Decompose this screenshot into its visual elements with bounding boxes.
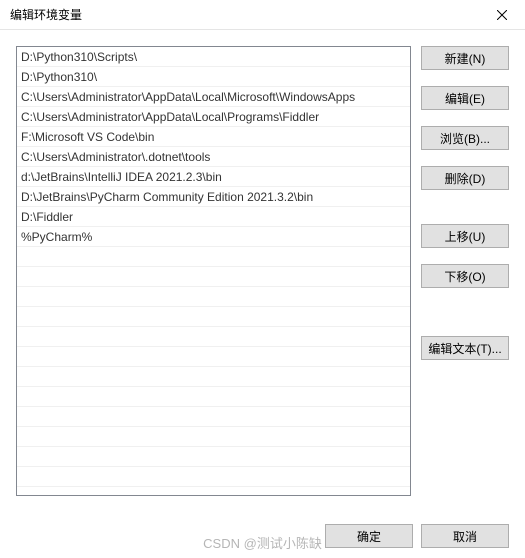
movedown-button[interactable]: 下移(O): [421, 264, 509, 288]
list-item[interactable]: %PyCharm%: [17, 227, 410, 247]
list-item[interactable]: C:\Users\Administrator\AppData\Local\Pro…: [17, 107, 410, 127]
list-item[interactable]: C:\Users\Administrator\AppData\Local\Mic…: [17, 87, 410, 107]
path-listbox[interactable]: D:\Python310\Scripts\ D:\Python310\ C:\U…: [16, 46, 411, 496]
list-item-empty[interactable]: .: [17, 447, 410, 467]
delete-button[interactable]: 删除(D): [421, 166, 509, 190]
close-icon: [497, 10, 507, 20]
button-column: 新建(N) 编辑(E) 浏览(B)... 删除(D) 上移(U) 下移(O) 编…: [421, 46, 509, 496]
list-item-empty[interactable]: .: [17, 367, 410, 387]
watermark: CSDN @测试小陈缺: [203, 533, 322, 552]
list-item-empty[interactable]: .: [17, 387, 410, 407]
list-item[interactable]: d:\JetBrains\IntelliJ IDEA 2021.2.3\bin: [17, 167, 410, 187]
list-item[interactable]: D:\Python310\: [17, 67, 410, 87]
edit-button[interactable]: 编辑(E): [421, 86, 509, 110]
footer-buttons: 确定 取消: [325, 524, 509, 548]
list-item[interactable]: C:\Users\Administrator\.dotnet\tools: [17, 147, 410, 167]
list-item-empty[interactable]: .: [17, 287, 410, 307]
list-item-empty[interactable]: .: [17, 327, 410, 347]
list-item-empty[interactable]: .: [17, 307, 410, 327]
list-item[interactable]: D:\Fiddler: [17, 207, 410, 227]
moveup-button[interactable]: 上移(U): [421, 224, 509, 248]
close-button[interactable]: [487, 0, 517, 30]
new-button[interactable]: 新建(N): [421, 46, 509, 70]
list-item-empty[interactable]: .: [17, 407, 410, 427]
browse-button[interactable]: 浏览(B)...: [421, 126, 509, 150]
list-item-empty[interactable]: .: [17, 347, 410, 367]
cancel-button[interactable]: 取消: [421, 524, 509, 548]
content-area: D:\Python310\Scripts\ D:\Python310\ C:\U…: [0, 30, 525, 504]
list-item-empty[interactable]: .: [17, 467, 410, 487]
list-item-empty[interactable]: .: [17, 267, 410, 287]
list-item[interactable]: F:\Microsoft VS Code\bin: [17, 127, 410, 147]
window-title: 编辑环境变量: [10, 6, 82, 23]
edittext-button[interactable]: 编辑文本(T)...: [421, 336, 509, 360]
ok-button[interactable]: 确定: [325, 524, 413, 548]
list-item-empty[interactable]: .: [17, 427, 410, 447]
list-item[interactable]: D:\Python310\Scripts\: [17, 47, 410, 67]
list-item-empty[interactable]: .: [17, 247, 410, 267]
titlebar: 编辑环境变量: [0, 0, 525, 30]
list-item[interactable]: D:\JetBrains\PyCharm Community Edition 2…: [17, 187, 410, 207]
